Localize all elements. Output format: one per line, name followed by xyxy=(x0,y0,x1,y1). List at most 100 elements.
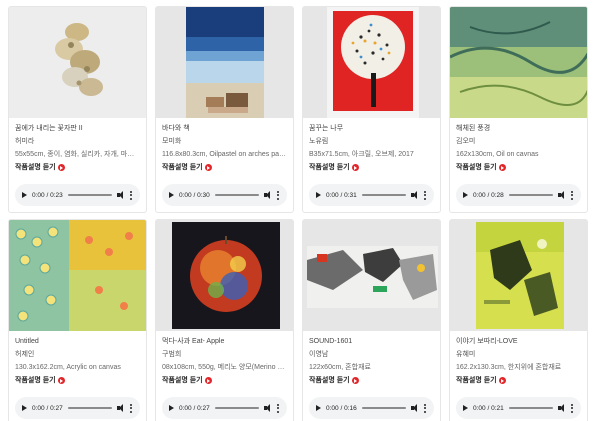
play-icon[interactable] xyxy=(463,405,468,411)
play-icon[interactable] xyxy=(316,405,321,411)
audio-player[interactable]: 0:00 / 0:21 xyxy=(456,397,581,419)
artwork-spec: 08x108cm, 550g, 메리노 양모(Merino Wool),... xyxy=(162,364,287,371)
listen-description-link[interactable]: 작품설명 듣기 xyxy=(15,161,140,174)
more-vertical-icon[interactable] xyxy=(130,190,133,200)
play-circle-icon xyxy=(57,164,65,171)
volume-icon[interactable] xyxy=(411,404,419,412)
listen-description-link[interactable]: 작품설명 듣기 xyxy=(309,161,434,174)
artwork-artist: 허미라 xyxy=(15,138,35,145)
artwork-spec: 116.8x80.3cm, Oilpastel on arches paper,… xyxy=(162,151,287,158)
audio-player[interactable]: 0:00 / 0:28 xyxy=(456,184,581,206)
artwork-spec: 122x60cm, 혼합재료 xyxy=(309,364,371,371)
play-icon[interactable] xyxy=(22,192,27,198)
volume-icon[interactable] xyxy=(117,191,125,199)
audio-player[interactable]: 0:00 / 0:27 xyxy=(162,397,287,419)
audio-player[interactable]: 0:00 / 0:27 xyxy=(15,397,140,419)
more-vertical-icon[interactable] xyxy=(277,403,280,413)
audio-progress-slider[interactable] xyxy=(361,194,406,196)
audio-progress-slider[interactable] xyxy=(214,194,259,196)
audio-progress-slider[interactable] xyxy=(508,194,553,196)
artwork-card[interactable]: SOUND-1601 이영남 122x60cm, 혼합재료 작품설명 듣기 0:… xyxy=(302,219,441,421)
artwork-spec: 162x130cm, Oil on cavnas xyxy=(456,151,539,158)
volume-icon[interactable] xyxy=(264,404,272,412)
volume-icon[interactable] xyxy=(558,404,566,412)
more-vertical-icon[interactable] xyxy=(277,190,280,200)
artwork-thumbnail[interactable] xyxy=(9,220,146,331)
play-icon[interactable] xyxy=(463,192,468,198)
listen-label: 작품설명 듣기 xyxy=(309,377,350,384)
artwork-title: 바다와 책 xyxy=(162,125,190,132)
more-vertical-icon[interactable] xyxy=(130,403,133,413)
audio-progress-slider[interactable] xyxy=(361,407,406,409)
listen-description-link[interactable]: 작품설명 듣기 xyxy=(15,374,140,387)
more-vertical-icon[interactable] xyxy=(424,190,427,200)
play-circle-icon xyxy=(351,377,359,384)
artwork-card[interactable]: 꿈에가 내리는 꽃자판 II 허미라 55x55cm, 종이, 염화, 실리카,… xyxy=(8,6,147,213)
artwork-card[interactable]: 꿈꾸는 나무 노유림 B35x71.5cm, 아크릴, 오브제, 2017 작품… xyxy=(302,6,441,213)
artwork-thumbnail[interactable] xyxy=(303,220,440,331)
artwork-card[interactable]: Untitled 허제인 130.3x162.2cm, Acrylic on c… xyxy=(8,219,147,421)
artwork-thumbnail[interactable] xyxy=(450,7,587,118)
audio-progress-slider[interactable] xyxy=(214,407,259,409)
artwork-title: 꿈에가 내리는 꽃자판 II xyxy=(15,125,83,132)
audio-time: 0:00 / 0:27 xyxy=(179,404,210,412)
listen-description-link[interactable]: 작품설명 듣기 xyxy=(456,161,581,174)
listen-description-link[interactable]: 작품설명 듣기 xyxy=(456,374,581,387)
artwork-title: 이야기 보따리-LOVE xyxy=(456,338,518,345)
artwork-title: 꿈꾸는 나무 xyxy=(309,125,344,132)
artwork-artist: 구범희 xyxy=(162,351,182,358)
audio-player[interactable]: 0:00 / 0:23 xyxy=(15,184,140,206)
artwork-spec: B35x71.5cm, 아크릴, 오브제, 2017 xyxy=(309,151,414,158)
listen-description-link[interactable]: 작품설명 듣기 xyxy=(162,374,287,387)
volume-icon[interactable] xyxy=(264,191,272,199)
listen-description-link[interactable]: 작품설명 듣기 xyxy=(309,374,434,387)
play-circle-icon xyxy=(498,164,506,171)
play-icon[interactable] xyxy=(22,405,27,411)
play-circle-icon xyxy=(204,164,212,171)
artwork-card[interactable]: 이야기 보따리-LOVE 유혜미 162.2x130.3cm, 한지위에 혼합재… xyxy=(449,219,588,421)
artwork-title: Untitled xyxy=(15,338,39,345)
audio-progress-slider[interactable] xyxy=(508,407,553,409)
audio-time: 0:00 / 0:30 xyxy=(179,191,210,199)
artwork-artist: 모미화 xyxy=(162,138,182,145)
more-vertical-icon[interactable] xyxy=(571,403,574,413)
volume-icon[interactable] xyxy=(411,191,419,199)
artwork-thumbnail[interactable] xyxy=(9,7,146,118)
audio-time: 0:00 / 0:31 xyxy=(326,191,357,199)
audio-progress-slider[interactable] xyxy=(67,194,112,196)
listen-label: 작품설명 듣기 xyxy=(309,164,350,171)
volume-icon[interactable] xyxy=(117,404,125,412)
artwork-thumbnail[interactable] xyxy=(156,7,293,118)
artwork-card[interactable]: 먹다-사과 Eat- Apple 구범희 08x108cm, 550g, 메리노… xyxy=(155,219,294,421)
listen-description-link[interactable]: 작품설명 듣기 xyxy=(162,161,287,174)
more-vertical-icon[interactable] xyxy=(424,403,427,413)
audio-player[interactable]: 0:00 / 0:30 xyxy=(162,184,287,206)
artwork-card[interactable]: 바다와 책 모미화 116.8x80.3cm, Oilpastel on arc… xyxy=(155,6,294,213)
listen-label: 작품설명 듣기 xyxy=(15,164,56,171)
play-icon[interactable] xyxy=(316,192,321,198)
audio-time: 0:00 / 0:27 xyxy=(32,404,63,412)
artwork-title: 해체된 풍경 xyxy=(456,125,491,132)
play-icon[interactable] xyxy=(169,192,174,198)
artwork-card[interactable]: 해체된 풍경 김오미 162x130cm, Oil on cavnas 작품설명… xyxy=(449,6,588,213)
play-circle-icon xyxy=(498,377,506,384)
artwork-thumbnail[interactable] xyxy=(450,220,587,331)
listen-label: 작품설명 듣기 xyxy=(456,377,497,384)
artwork-grid: 꿈에가 내리는 꽃자판 II 허미라 55x55cm, 종이, 염화, 실리카,… xyxy=(8,6,596,421)
audio-progress-slider[interactable] xyxy=(67,407,112,409)
volume-icon[interactable] xyxy=(558,191,566,199)
artwork-artist: 유혜미 xyxy=(456,351,476,358)
audio-time: 0:00 / 0:28 xyxy=(473,191,504,199)
play-circle-icon xyxy=(204,377,212,384)
listen-label: 작품설명 듣기 xyxy=(162,377,203,384)
artwork-title: SOUND-1601 xyxy=(309,338,353,345)
artwork-thumbnail[interactable] xyxy=(303,7,440,118)
audio-player[interactable]: 0:00 / 0:16 xyxy=(309,397,434,419)
artwork-title: 먹다-사과 Eat- Apple xyxy=(162,338,225,345)
more-vertical-icon[interactable] xyxy=(571,190,574,200)
artwork-thumbnail[interactable] xyxy=(156,220,293,331)
play-icon[interactable] xyxy=(169,405,174,411)
audio-player[interactable]: 0:00 / 0:31 xyxy=(309,184,434,206)
listen-label: 작품설명 듣기 xyxy=(162,164,203,171)
listen-label: 작품설명 듣기 xyxy=(456,164,497,171)
